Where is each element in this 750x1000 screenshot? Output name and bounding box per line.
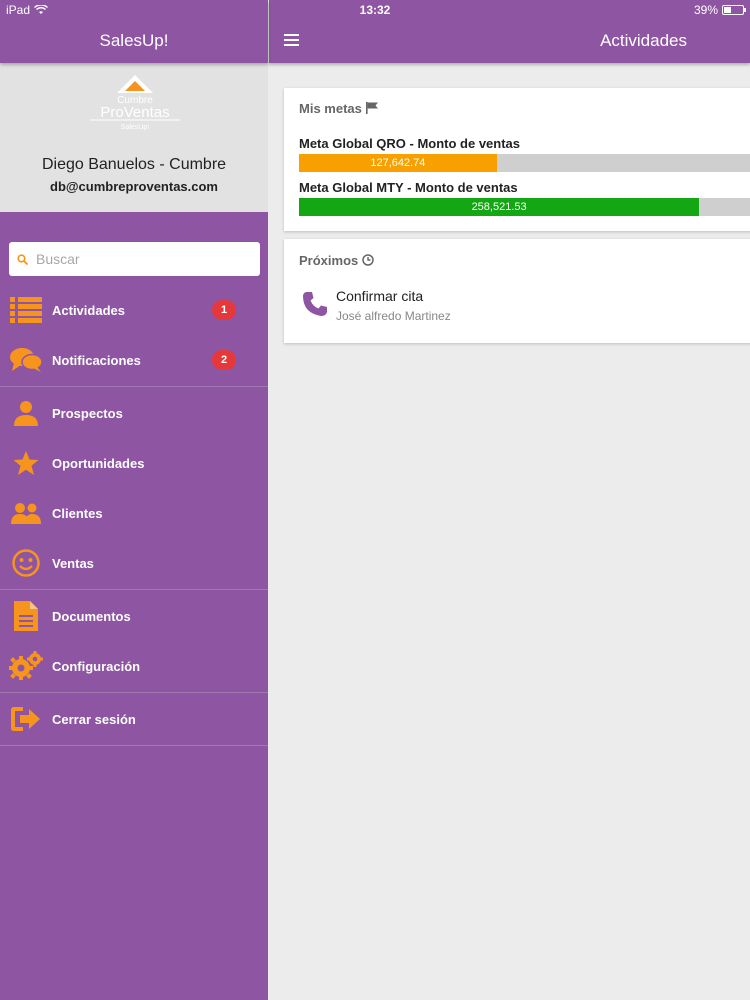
sidebar-item-clientes[interactable]: Clientes	[0, 488, 268, 538]
goal-progress-fill: 127,642.74	[299, 154, 497, 172]
upcoming-heading: Próximos	[299, 253, 374, 268]
sidebar: SalesUp! Cumbre ProVentas SalesUp! Diego…	[0, 0, 268, 1000]
sidebar-item-notificaciones[interactable]: Notificaciones 2	[0, 335, 268, 385]
menu-divider	[0, 386, 268, 387]
hamburger-menu-icon[interactable]	[284, 34, 299, 46]
goal-progress-bar: 127,642.74	[299, 154, 750, 172]
battery-icon	[722, 5, 746, 15]
logo-line2: ProVentas	[100, 104, 169, 121]
sidebar-item-ventas[interactable]: Ventas	[0, 538, 268, 588]
clock-icon	[362, 254, 374, 266]
menu-divider	[0, 589, 268, 590]
sidebar-item-configuracion[interactable]: Configuración	[0, 641, 268, 691]
gears-icon	[0, 651, 52, 681]
sidebar-item-label: Clientes	[52, 505, 103, 521]
sidebar-item-label: Cerrar sesión	[52, 711, 136, 727]
people-icon	[0, 502, 52, 524]
notification-badge: 1	[212, 300, 236, 320]
logout-icon	[0, 707, 52, 731]
menu-divider	[0, 692, 268, 693]
smiley-icon	[0, 549, 52, 577]
page-title: Actividades	[600, 31, 687, 50]
search-box[interactable]	[9, 242, 260, 276]
logo-line3: SalesUp!	[121, 124, 149, 131]
sidebar-item-label: Ventas	[52, 555, 94, 571]
goals-card: Mis metas Meta Global QRO - Monto de ven…	[284, 88, 750, 231]
star-icon	[0, 450, 52, 476]
sidebar-item-label: Documentos	[52, 608, 131, 624]
flag-icon	[365, 102, 378, 114]
company-logo: Cumbre ProVentas SalesUp!	[90, 75, 180, 131]
document-icon	[0, 601, 52, 631]
phone-icon	[303, 292, 327, 316]
goal-label: Meta Global QRO - Monto de ventas	[299, 136, 521, 151]
sidebar-item-cerrar-sesion[interactable]: Cerrar sesión	[0, 694, 268, 744]
sidebar-item-label: Actividades	[52, 302, 125, 318]
sidebar-item-oportunidades[interactable]: Oportunidades	[0, 438, 268, 488]
upcoming-card[interactable]: Próximos Confirmar cita José alfredo Mar…	[284, 239, 750, 343]
notification-badge: 2	[212, 350, 236, 370]
sidebar-item-prospectos[interactable]: Prospectos	[0, 388, 268, 438]
sidebar-item-label: Notificaciones	[52, 352, 141, 368]
battery-percent: 39%	[693, 3, 718, 17]
sidebar-item-label: Configuración	[52, 658, 141, 674]
event-title: Confirmar cita	[336, 288, 424, 304]
event-contact: José alfredo Martinez	[336, 309, 451, 323]
clock: 13:32	[359, 3, 391, 17]
profile-panel: Cumbre ProVentas SalesUp! Diego Banuelos…	[0, 63, 268, 212]
goal-progress-fill: 258,521.53	[299, 198, 700, 216]
user-name: Diego Banuelos - Cumbre	[41, 156, 227, 173]
chat-bubbles-icon	[0, 347, 52, 373]
sidebar-menu: Actividades 1 Notificaciones 2 Prospecto…	[0, 285, 268, 747]
status-bar: iPad 13:32 39%	[0, 0, 750, 20]
sidebar-item-label: Oportunidades	[52, 455, 145, 471]
search-icon	[17, 253, 28, 265]
user-email: db@cumbreproventas.com	[50, 179, 218, 194]
menu-divider	[0, 745, 268, 746]
list-icon	[0, 297, 52, 323]
sidebar-item-actividades[interactable]: Actividades 1	[0, 285, 268, 335]
person-icon	[0, 400, 52, 426]
goal-progress-bar: 258,521.53	[299, 198, 750, 216]
main-content: Actividades Mis metas Meta Global QRO - …	[269, 0, 750, 1000]
search-input[interactable]	[36, 251, 236, 267]
sidebar-item-label: Prospectos	[52, 405, 123, 421]
sidebar-item-documentos[interactable]: Documentos	[0, 591, 268, 641]
goals-heading: Mis metas	[299, 101, 379, 116]
goal-label: Meta Global MTY - Monto de ventas	[299, 180, 518, 195]
